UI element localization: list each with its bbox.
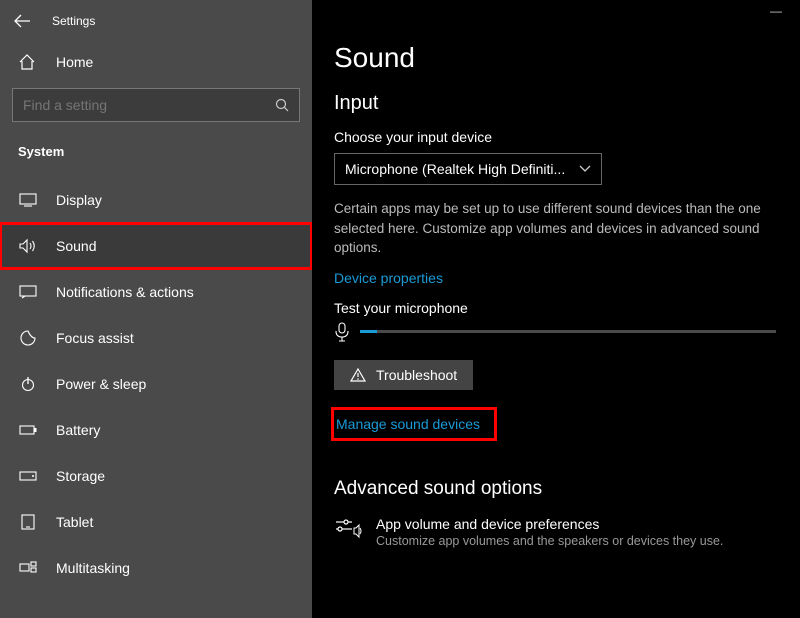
sidebar-item-battery[interactable]: Battery — [0, 407, 312, 453]
page-title: Sound — [334, 42, 776, 74]
sidebar-nav: Display Sound Notifications & actions Fo… — [0, 177, 312, 591]
troubleshoot-label: Troubleshoot — [376, 367, 457, 383]
nav-label: Power & sleep — [56, 376, 146, 392]
sidebar-item-display[interactable]: Display — [0, 177, 312, 223]
troubleshoot-button[interactable]: Troubleshoot — [334, 360, 473, 390]
nav-label: Battery — [56, 422, 100, 438]
nav-label: Storage — [56, 468, 105, 484]
choose-label: Choose your input device — [334, 129, 776, 145]
minimize-button[interactable]: — — [770, 4, 782, 18]
nav-label: Focus assist — [56, 330, 134, 346]
advanced-heading: Advanced sound options — [334, 478, 776, 500]
adv-title: App volume and device preferences — [376, 516, 723, 532]
adv-subtitle: Customize app volumes and the speakers o… — [376, 534, 723, 548]
tablet-icon — [18, 514, 38, 530]
settings-sidebar: Settings Home System Display — [0, 0, 312, 618]
nav-label: Notifications & actions — [56, 284, 194, 300]
home-icon — [18, 54, 36, 70]
manage-sound-devices-link[interactable]: Manage sound devices — [334, 410, 494, 438]
nav-label: Display — [56, 192, 102, 208]
microphone-icon — [334, 322, 350, 342]
sidebar-item-tablet[interactable]: Tablet — [0, 499, 312, 545]
focus-icon — [18, 330, 38, 346]
power-icon — [18, 376, 38, 392]
search-field[interactable] — [23, 97, 275, 113]
nav-label: Tablet — [56, 514, 93, 530]
sound-icon — [18, 238, 38, 254]
mic-test-row — [334, 322, 776, 342]
main-content: — Sound Input Choose your input device M… — [312, 0, 800, 618]
home-label: Home — [56, 54, 93, 70]
app-volume-icon — [334, 518, 362, 548]
back-button[interactable] — [14, 14, 30, 28]
search-input[interactable] — [12, 88, 300, 122]
app-volume-prefs[interactable]: App volume and device preferences Custom… — [334, 516, 776, 548]
test-mic-label: Test your microphone — [334, 300, 776, 316]
battery-icon — [18, 424, 38, 436]
sidebar-item-storage[interactable]: Storage — [0, 453, 312, 499]
sidebar-home[interactable]: Home — [0, 42, 312, 80]
mic-level-bar — [360, 330, 776, 333]
warning-icon — [350, 368, 366, 382]
storage-icon — [18, 470, 38, 482]
display-icon — [18, 193, 38, 207]
mic-level — [360, 330, 377, 333]
sidebar-item-focus[interactable]: Focus assist — [0, 315, 312, 361]
input-heading: Input — [334, 92, 776, 115]
device-properties-link[interactable]: Device properties — [334, 270, 443, 286]
sidebar-item-power[interactable]: Power & sleep — [0, 361, 312, 407]
nav-label: Multitasking — [56, 560, 130, 576]
sidebar-section-label: System — [0, 130, 312, 169]
nav-label: Sound — [56, 238, 96, 254]
notifications-icon — [18, 285, 38, 299]
input-description: Certain apps may be set up to use differ… — [334, 199, 776, 258]
multitasking-icon — [18, 561, 38, 575]
sidebar-item-notifications[interactable]: Notifications & actions — [0, 269, 312, 315]
sidebar-item-sound[interactable]: Sound — [0, 223, 312, 269]
chevron-down-icon — [579, 165, 591, 173]
window-title: Settings — [52, 14, 95, 28]
sidebar-item-multitasking[interactable]: Multitasking — [0, 545, 312, 591]
dropdown-value: Microphone (Realtek High Definiti... — [345, 161, 565, 177]
input-device-dropdown[interactable]: Microphone (Realtek High Definiti... — [334, 153, 602, 185]
search-icon — [275, 98, 289, 112]
